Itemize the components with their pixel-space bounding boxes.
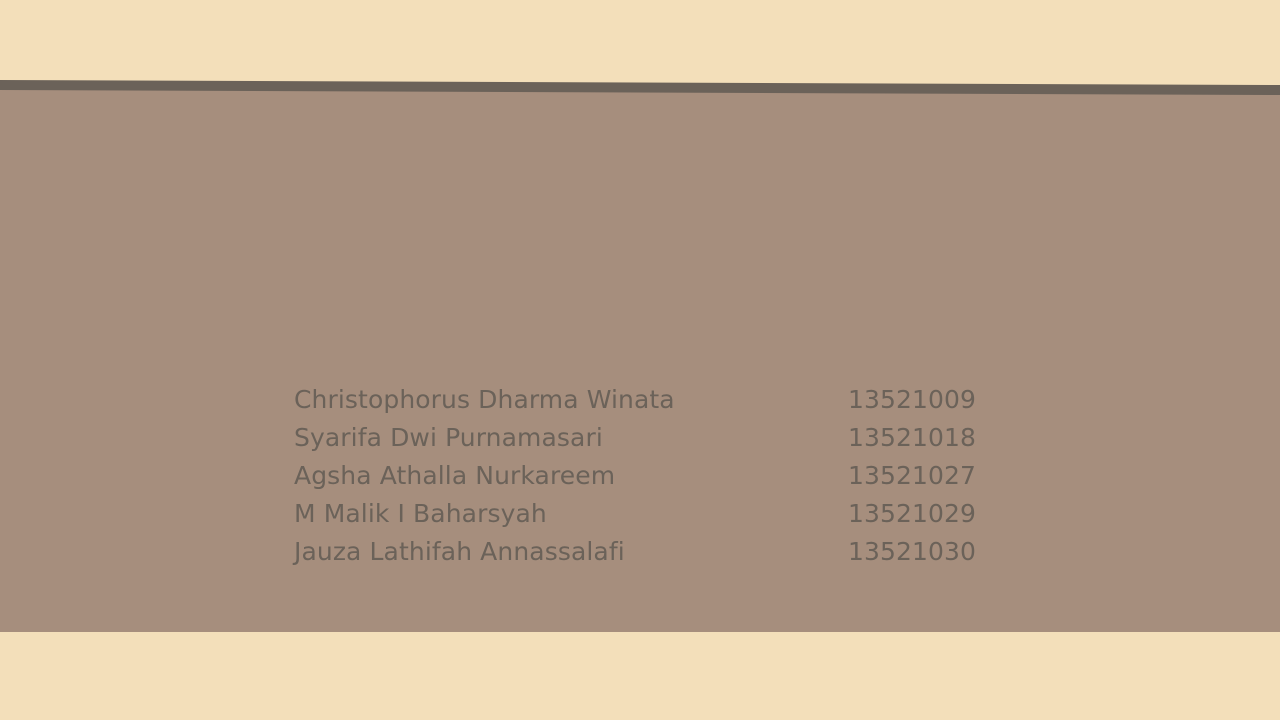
member-name: Agsha Athalla Nurkareem <box>294 460 616 490</box>
member-id: 13521029 <box>848 498 977 528</box>
panel-shape <box>0 80 1280 632</box>
member-row: M Malik I Baharsyah 13521029 <box>294 494 1014 532</box>
member-name: Christophorus Dharma Winata <box>294 384 675 414</box>
member-id: 13521018 <box>848 422 977 452</box>
member-name: Syarifa Dwi Purnamasari <box>294 422 603 452</box>
member-id: 13521027 <box>848 460 977 490</box>
member-row: Christophorus Dharma Winata 13521009 <box>294 380 1014 418</box>
member-name: M Malik I Baharsyah <box>294 498 547 528</box>
member-name: Jauza Lathifah Annassalafi <box>294 536 625 566</box>
slide: Christophorus Dharma Winata 13521009 Sya… <box>0 0 1280 720</box>
content-panel <box>0 0 1280 720</box>
member-row: Syarifa Dwi Purnamasari 13521018 <box>294 418 1014 456</box>
member-row: Jauza Lathifah Annassalafi 13521030 <box>294 532 1014 570</box>
member-id: 13521009 <box>848 384 977 414</box>
member-row: Agsha Athalla Nurkareem 13521027 <box>294 456 1014 494</box>
member-list: Christophorus Dharma Winata 13521009 Sya… <box>294 380 1014 570</box>
member-id: 13521030 <box>848 536 977 566</box>
